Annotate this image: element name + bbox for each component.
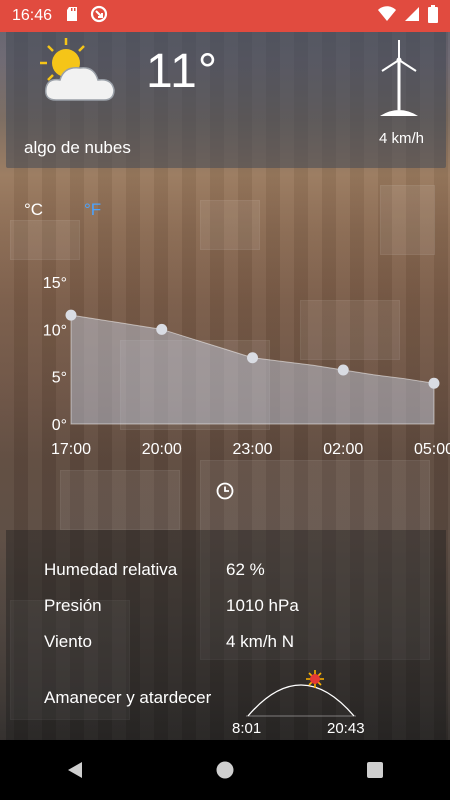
wind-label: Viento xyxy=(44,632,92,651)
wind-speed: 4 km/h xyxy=(378,130,424,147)
fahrenheit-toggle[interactable]: °F xyxy=(84,200,101,220)
weather-details-panel: Humedad relativa 62 % Presión 1010 hPa V… xyxy=(6,530,446,740)
sync-icon xyxy=(90,5,108,28)
status-bar: 16:46 xyxy=(0,0,450,32)
y-tick-label: 10° xyxy=(43,322,67,339)
data-point xyxy=(247,352,258,364)
data-point xyxy=(156,323,168,335)
wifi-icon xyxy=(378,5,396,27)
x-tick-label: 17:00 xyxy=(51,441,91,458)
recents-icon xyxy=(367,762,383,778)
clock-icon[interactable] xyxy=(216,482,234,500)
status-time: 16:46 xyxy=(12,7,53,24)
wind-turbine-icon xyxy=(376,38,422,118)
x-tick-label: 02:00 xyxy=(323,441,363,458)
y-tick-label: 5° xyxy=(52,370,67,387)
pressure-label: Presión xyxy=(44,596,102,615)
humidity-label: Humedad relativa xyxy=(44,560,178,579)
y-tick-label: 0° xyxy=(52,417,67,434)
battery-icon xyxy=(428,4,438,28)
signal-icon xyxy=(404,6,420,27)
x-tick-label: 20:00 xyxy=(142,441,182,458)
home-button[interactable] xyxy=(195,750,255,790)
current-weather-card[interactable]: 11° algo de nubes 4 km/h xyxy=(6,30,446,168)
celsius-toggle[interactable]: °C xyxy=(24,200,43,220)
weather-condition: algo de nubes xyxy=(24,138,131,157)
sd-card-icon xyxy=(66,6,80,27)
humidity-value: 62 % xyxy=(226,560,265,579)
data-point xyxy=(428,377,440,389)
data-point xyxy=(337,364,349,376)
back-button[interactable] xyxy=(45,750,105,790)
x-tick-label: 23:00 xyxy=(232,441,272,458)
temperature-forecast-chart: 0° 5° 10° 15° 17:00 20:00 23:00 02:00 05:00 xyxy=(43,275,450,458)
data-point xyxy=(65,309,77,321)
sunrise-time: 8:01 xyxy=(232,720,262,737)
back-icon xyxy=(68,762,82,778)
home-icon xyxy=(216,761,234,779)
pressure-value: 1010 hPa xyxy=(226,596,299,615)
recents-button[interactable] xyxy=(345,750,405,790)
wind-value: 4 km/h N xyxy=(226,632,295,651)
sunset-time: 20:43 xyxy=(327,720,365,737)
sunrise-sunset-title: Amanecer y atardecer xyxy=(44,688,212,707)
y-tick-label: 15° xyxy=(43,275,67,292)
partly-cloudy-icon xyxy=(38,36,118,106)
x-tick-label: 05:00 xyxy=(414,441,450,458)
current-temperature: 11° xyxy=(146,45,219,98)
temperature-area xyxy=(70,314,435,425)
navigation-bar xyxy=(0,740,450,800)
sun-arc-icon xyxy=(246,668,356,718)
